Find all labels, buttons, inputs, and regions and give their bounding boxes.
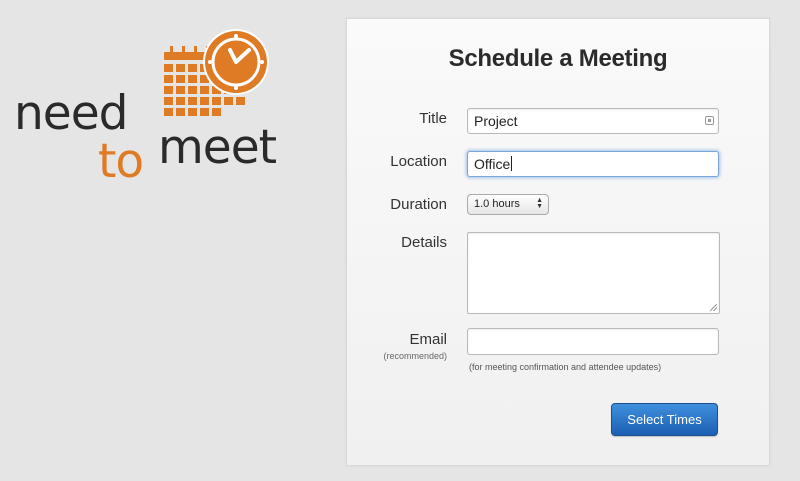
needtomeet-logo: need to meet [14, 28, 284, 188]
title-input[interactable]: Project [467, 108, 719, 134]
logo-word-meet: meet [158, 120, 277, 175]
email-label: Email [409, 331, 447, 348]
updown-arrows-icon: ▲ ▼ [536, 197, 543, 210]
schedule-meeting-form: Schedule a Meeting Title Project Locatio… [346, 18, 770, 466]
location-input[interactable]: Office [467, 151, 719, 177]
text-caret [511, 156, 513, 171]
duration-select-value: 1.0 hours [474, 198, 520, 210]
email-input[interactable] [467, 328, 719, 355]
details-textarea[interactable] [467, 232, 720, 314]
location-label: Location [390, 153, 447, 170]
location-input-value: Office [474, 156, 511, 172]
title-label: Title [419, 110, 447, 127]
title-input-value: Project [474, 113, 518, 129]
input-helper-icon[interactable] [705, 116, 714, 125]
calendar-clock-icon [164, 29, 269, 116]
logo-word-to: to [98, 134, 144, 189]
resize-grip-icon[interactable] [710, 304, 717, 311]
page: need to meet Schedule a Meeting Title Pr… [0, 0, 800, 481]
email-sublabel: (recommended) [383, 351, 447, 361]
duration-select[interactable]: 1.0 hours ▲ ▼ [467, 194, 549, 215]
duration-label: Duration [390, 196, 447, 213]
email-hint: (for meeting confirmation and attendee u… [469, 362, 662, 372]
select-times-button[interactable]: Select Times [611, 403, 718, 436]
form-title: Schedule a Meeting [448, 45, 668, 72]
logo-word-need: need [14, 86, 128, 141]
details-label: Details [401, 234, 447, 251]
